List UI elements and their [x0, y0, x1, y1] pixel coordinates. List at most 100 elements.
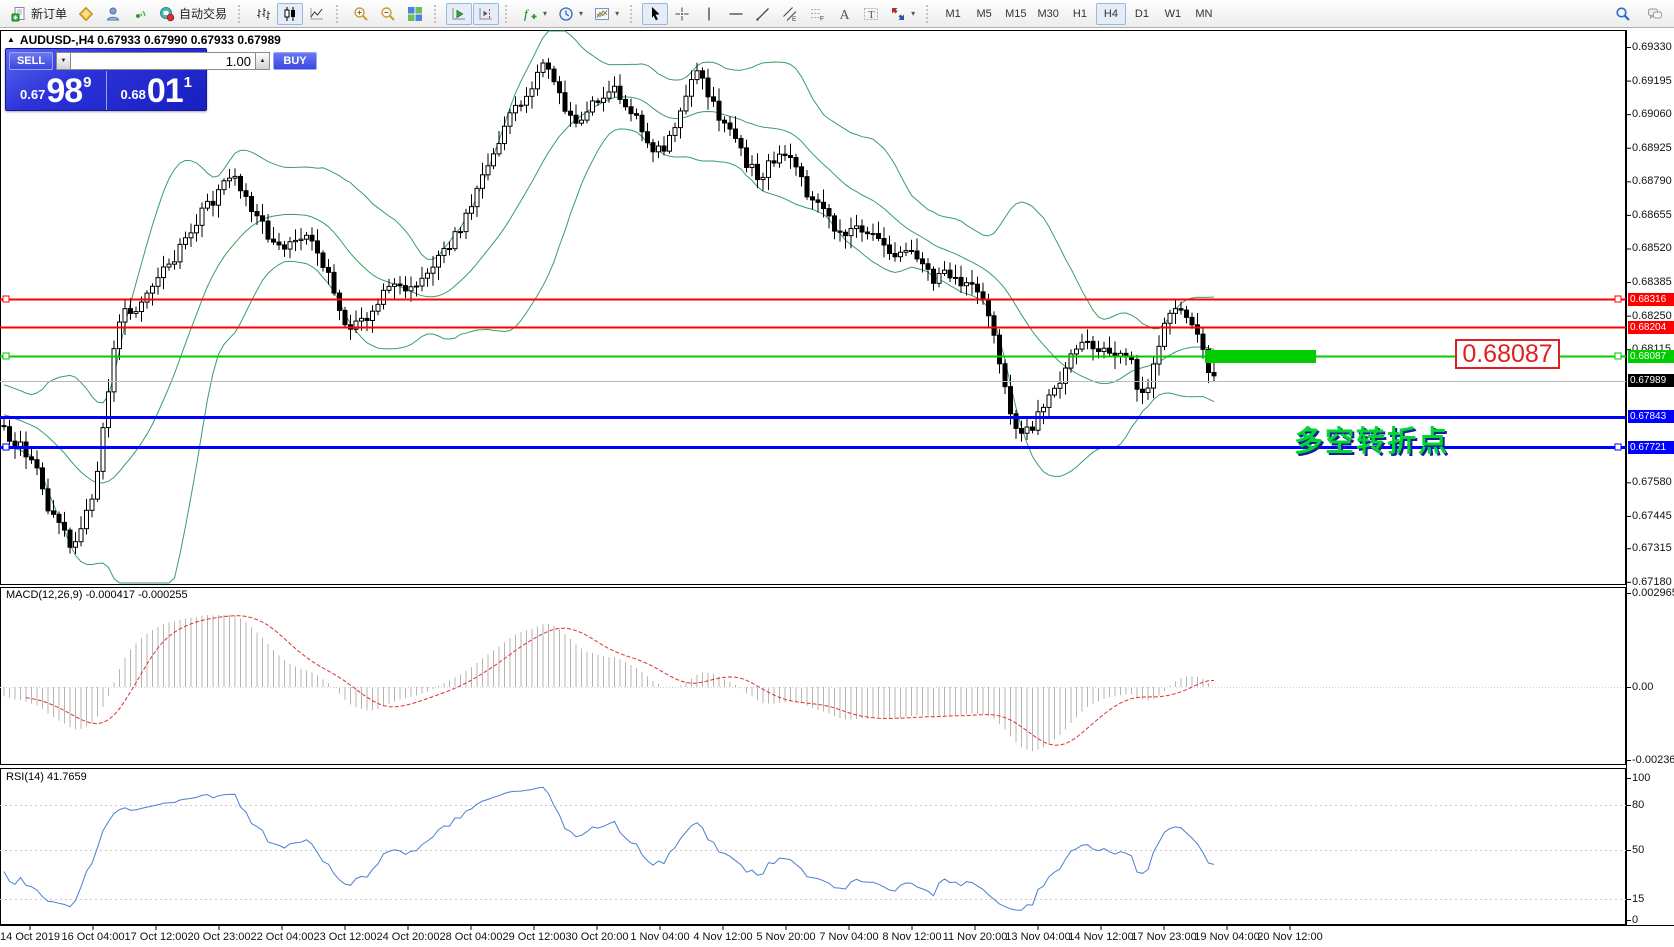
macd-tick-label: 0.00: [1632, 681, 1653, 693]
autotrading-button[interactable]: 自动交易: [154, 3, 232, 25]
arrows-icon: [890, 6, 906, 22]
templates-icon: [594, 6, 610, 22]
volume-increase-button[interactable]: ▲: [255, 52, 270, 70]
price-tick-label: 0.67180: [1632, 576, 1672, 588]
price-callout[interactable]: 0.68087: [1455, 339, 1560, 369]
time-axis-label: 23 Oct 12:00: [314, 931, 377, 943]
bar-chart-button[interactable]: [250, 3, 276, 25]
timeframe-d1-button[interactable]: D1: [1127, 3, 1157, 25]
timeframe-m15-button[interactable]: M15: [1000, 3, 1031, 25]
support-line-2-handle[interactable]: [3, 444, 9, 450]
pane-separator[interactable]: [0, 764, 1626, 768]
volume-decrease-button[interactable]: ▼: [56, 52, 71, 70]
text-button[interactable]: A: [831, 3, 857, 25]
horizontal-line-button[interactable]: [723, 3, 749, 25]
chart-type-toolbar: [250, 3, 330, 25]
search-icon: [1615, 6, 1631, 22]
timeframe-m30-button[interactable]: M30: [1033, 3, 1064, 25]
pivot-line-handle[interactable]: [1615, 353, 1621, 359]
line-chart-button[interactable]: [304, 3, 330, 25]
timeframe-h4-button[interactable]: H4: [1096, 3, 1126, 25]
time-axis-label: 28 Oct 04:00: [440, 931, 503, 943]
tile-windows-button[interactable]: [402, 3, 428, 25]
trendline-icon: [755, 6, 771, 22]
time-axis-label: 30 Oct 20:00: [566, 931, 629, 943]
text-label-icon: T: [863, 6, 879, 22]
vertical-line-button[interactable]: [696, 3, 722, 25]
pane-separator[interactable]: [0, 584, 1626, 588]
signals-icon: [132, 6, 148, 22]
price-tick-label: 0.68790: [1632, 175, 1672, 187]
pivot-thick-segment[interactable]: [1205, 350, 1316, 363]
channel-button[interactable]: E: [777, 3, 803, 25]
community-button[interactable]: [100, 3, 126, 25]
indicators-button[interactable]: f▾: [517, 3, 552, 25]
volume-input[interactable]: [71, 52, 255, 70]
buy-button[interactable]: BUY: [273, 52, 317, 70]
zoom-in-button[interactable]: [348, 3, 374, 25]
timeframe-w1-button-label: W1: [1165, 8, 1182, 20]
timeframe-m15-button-label: M15: [1005, 8, 1026, 20]
chart-shift-button[interactable]: [473, 3, 499, 25]
resistance-line-1-handle[interactable]: [3, 296, 9, 302]
sell-price[interactable]: 0.67989: [6, 71, 106, 110]
macd-tick-label: 0.002965: [1632, 587, 1674, 599]
dropdown-arrow-icon[interactable]: ▾: [543, 9, 547, 18]
dropdown-arrow-icon[interactable]: ▾: [615, 9, 619, 18]
metaeditor-icon: [78, 6, 94, 22]
price-tick-label: 0.68925: [1632, 142, 1672, 154]
auto-scroll-button[interactable]: [446, 3, 472, 25]
indicators-icon: f: [522, 6, 538, 22]
resistance-line-1-handle[interactable]: [1615, 296, 1621, 302]
dropdown-arrow-icon[interactable]: ▾: [579, 9, 583, 18]
timeframe-m5-button[interactable]: M5: [969, 3, 999, 25]
search-button[interactable]: [1610, 3, 1636, 25]
autotrading-icon: [159, 6, 175, 22]
chat-button[interactable]: [1642, 3, 1668, 25]
pane-border: [1, 588, 1626, 765]
candlestick-icon: [282, 6, 298, 22]
macd-indicator-label: MACD(12,26,9) -0.000417 -0.000255: [6, 589, 188, 601]
cursor-button[interactable]: [642, 3, 668, 25]
new-order-icon: [11, 6, 27, 22]
svg-text:F: F: [820, 15, 824, 22]
price-level-label: 0.67843: [1628, 410, 1674, 423]
signals-button[interactable]: [127, 3, 153, 25]
buy-price[interactable]: 0.68011: [106, 71, 207, 110]
time-axis-label: 5 Nov 20:00: [756, 931, 815, 943]
timeframe-w1-button[interactable]: W1: [1158, 3, 1188, 25]
vertical-line-icon: [701, 6, 717, 22]
timeframe-m1-button[interactable]: M1: [938, 3, 968, 25]
time-axis-label: 13 Nov 04:00: [1005, 931, 1070, 943]
timeframe-h1-button[interactable]: H1: [1065, 3, 1095, 25]
tile-windows-icon: [407, 6, 423, 22]
templates-button[interactable]: ▾: [589, 3, 624, 25]
time-axis-label: 22 Oct 04:00: [251, 931, 314, 943]
candlestick-chart-button[interactable]: [277, 3, 303, 25]
support-line-2-handle[interactable]: [1615, 444, 1621, 450]
insert-toolbar: f▾▾▾: [517, 3, 624, 25]
periods-button[interactable]: ▾: [553, 3, 588, 25]
fibonacci-button[interactable]: F: [804, 3, 830, 25]
annotation-text[interactable]: 多空转折点: [1294, 418, 1449, 460]
dropdown-arrow-icon[interactable]: ▾: [911, 9, 915, 18]
fibonacci-icon: F: [809, 6, 825, 22]
rsi-indicator-label: RSI(14) 41.7659: [6, 771, 87, 783]
pane-border: [1, 31, 1626, 585]
arrows-button[interactable]: ▾: [885, 3, 920, 25]
sell-button[interactable]: SELL: [9, 52, 53, 70]
auto-scroll-icon: [451, 6, 467, 22]
metaeditor-button[interactable]: [73, 3, 99, 25]
pivot-line-handle[interactable]: [3, 353, 9, 359]
new-order-button[interactable]: 新订单: [6, 3, 72, 25]
trendline-button[interactable]: [750, 3, 776, 25]
chart-canvas[interactable]: [0, 28, 1674, 947]
timeframe-mn-button[interactable]: MN: [1189, 3, 1219, 25]
text-label-button[interactable]: T: [858, 3, 884, 25]
zoom-out-button[interactable]: [375, 3, 401, 25]
timeframe-d1-button-label: D1: [1135, 8, 1149, 20]
crosshair-button[interactable]: [669, 3, 695, 25]
panel-collapse-toggle[interactable]: ▲: [7, 35, 15, 44]
toolbar-separator: [434, 5, 440, 23]
toolbar-separator: [926, 5, 932, 23]
